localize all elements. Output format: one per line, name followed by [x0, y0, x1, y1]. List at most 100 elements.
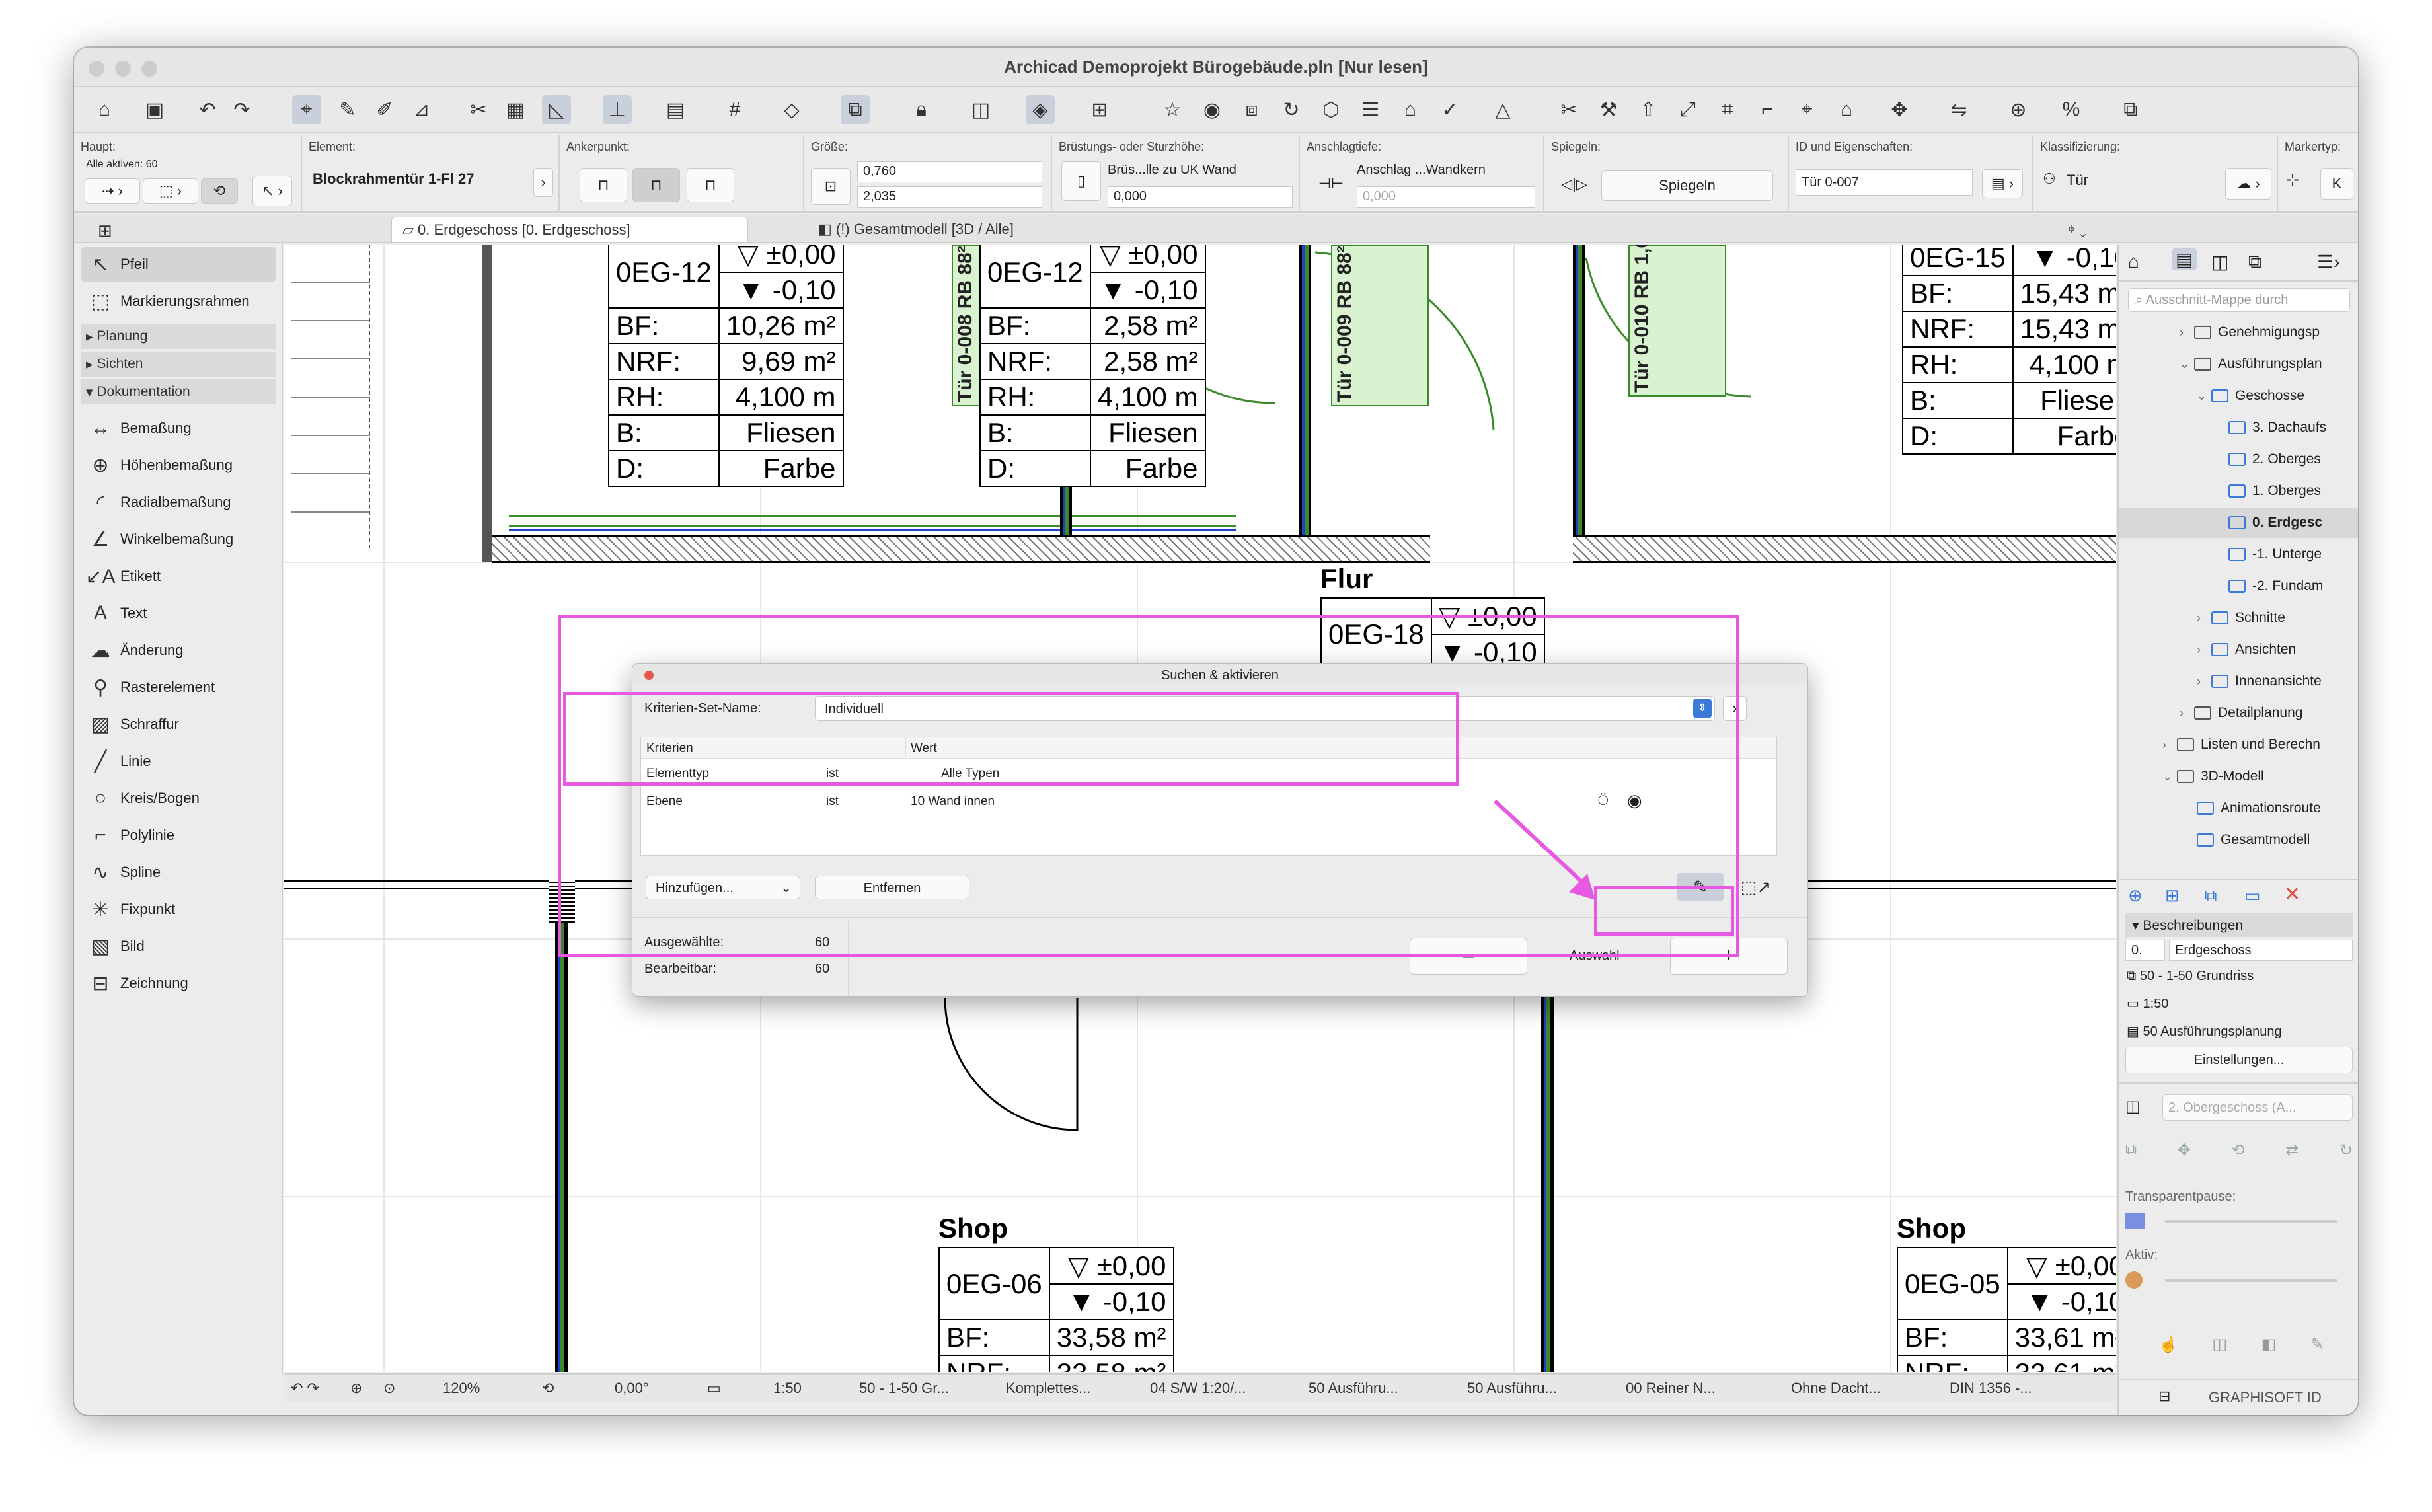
element-settings-button[interactable]: ›	[533, 168, 553, 197]
pen-set[interactable]: 04 S/W 1:20/...	[1150, 1380, 1246, 1397]
tree-item[interactable]: -1. Unterge	[2119, 539, 2358, 570]
move-reference-icon[interactable]: ✥	[2178, 1141, 2191, 1160]
triangle-icon[interactable]: △	[1488, 95, 1517, 124]
tool-pfeil[interactable]: ↖ Pfeil	[81, 247, 276, 282]
room-stamp-0eg-15[interactable]: 0EG-15▼ -0,10 BF:15,43 m² NRF:15,43 m² R…	[1902, 245, 2116, 455]
undo-icon[interactable]: ↶	[193, 95, 222, 124]
arrow-mode-button[interactable]: ⇢ ›	[85, 178, 140, 204]
side-by-side-icon[interactable]: ◧	[2261, 1335, 2277, 1354]
room-stamp-0eg-12-b[interactable]: 0EG-12 ▽ ±0,00 ▼ -0,10 BF: 2,58 m² NRF: 2,5…	[979, 245, 1206, 487]
multiply-icon[interactable]: ⊕	[2004, 95, 2033, 124]
classification-value[interactable]: Tür	[2067, 172, 2088, 189]
anchor-left-button[interactable]: ⊓	[580, 168, 627, 202]
reference-icon[interactable]: ◫	[2125, 1097, 2141, 1116]
reset-icon[interactable]: ↻	[2339, 1141, 2353, 1160]
tag-icon[interactable]: ⌂	[1396, 95, 1425, 124]
offset-icon[interactable]: ⌖	[1792, 95, 1821, 124]
graphisoft-id-button[interactable]: GRAPHISOFT ID	[2209, 1389, 2322, 1406]
tree-item[interactable]: › Detailplanung	[2119, 698, 2358, 728]
redo-icon[interactable]: ↷	[227, 95, 256, 124]
sill-height-field[interactable]: 0,000	[1108, 186, 1293, 208]
tab-floorplan[interactable]: ▱ 0. Erdgeschoss [0. Erdgeschoss]	[391, 217, 748, 242]
tool-linie[interactable]: ╱ Linie	[81, 744, 276, 778]
save-icon[interactable]: ▣	[140, 95, 169, 124]
plane-icon[interactable]: ◇	[777, 95, 806, 124]
rotate-reference-icon[interactable]: ⟲	[2231, 1141, 2244, 1160]
tree-item[interactable]: › Listen und Berechn	[2119, 730, 2358, 760]
trace-reference-select[interactable]: 2. Obergeschoss (A...	[2162, 1094, 2353, 1121]
stack-icon[interactable]: ⧈	[1237, 95, 1266, 124]
tool-markierungsrahmen[interactable]: ⬚ Markierungsrahmen	[81, 284, 276, 319]
tab-grid-icon[interactable]: ⊞	[87, 217, 123, 242]
roof-display[interactable]: Ohne Dacht...	[1791, 1380, 1881, 1397]
guideline-icon[interactable]: ⊥	[603, 95, 632, 124]
reveal-depth-field[interactable]: 0,000	[1357, 186, 1535, 208]
paint-icon[interactable]: ⬡	[1316, 95, 1346, 124]
publisher-icon[interactable]: ⧉	[2248, 251, 2261, 273]
model-view-options[interactable]: 50 Ausführu...	[1309, 1380, 1398, 1397]
lock-icon[interactable]: 🔒︎	[907, 95, 936, 124]
rotate-icon[interactable]: ↻	[1277, 95, 1306, 124]
renovation-filter[interactable]: 00 Reiner N...	[1626, 1380, 1716, 1397]
list-icon[interactable]: ☰	[1356, 95, 1385, 124]
mirror-button[interactable]: Spiegeln	[1601, 170, 1773, 201]
project-map-icon[interactable]: ⌂	[2128, 251, 2139, 272]
pointer-mode-button[interactable]: ↖ ›	[252, 176, 292, 206]
tree-item[interactable]: 1. Oberges	[2119, 476, 2358, 506]
tree-item[interactable]: › Schnitte	[2119, 603, 2358, 633]
tool-radialbemassung[interactable]: ◜ Radialbemaßung	[81, 485, 276, 519]
tool-bemassung[interactable]: ↔ Bemaßung	[81, 411, 276, 445]
lasso-icon[interactable]: ⟲	[201, 178, 238, 204]
crop-icon[interactable]: ⌗	[1713, 95, 1742, 124]
render-icon[interactable]: ◈	[1026, 95, 1055, 124]
transform-icon[interactable]: ⊿	[407, 95, 436, 124]
navigator-menu-icon[interactable]: ☰›	[2317, 251, 2339, 273]
camera-icon[interactable]: ◉	[1197, 95, 1227, 124]
layer-combination[interactable]: 50 - 1-50 Gr...	[859, 1380, 949, 1397]
zoom-level[interactable]: 120%	[443, 1380, 480, 1397]
tool-fixpunkt[interactable]: ✳ Fixpunkt	[81, 892, 276, 926]
magic-select-icon[interactable]: ⌖	[292, 95, 321, 124]
id-field[interactable]: Tür 0-007	[1796, 169, 1973, 196]
tool-rasterelement[interactable]: ⚲ Rasterelement	[81, 670, 276, 704]
delete-icon[interactable]: ✕	[2284, 883, 2300, 906]
tool-spline[interactable]: ∿ Spline	[81, 855, 276, 889]
room-stamp-0eg-12-a[interactable]: 0EG-12 ▽ ±0,00 ▼ -0,10 BF: 10,26 m² NRF: 9,…	[608, 245, 844, 487]
graphic-overrides[interactable]: 50 Ausführu...	[1467, 1380, 1557, 1397]
tree-item[interactable]: ⌄ Ausführungsplan	[2119, 349, 2358, 379]
tool-aenderung[interactable]: ☁ Änderung	[81, 633, 276, 667]
dimension-standard[interactable]: DIN 1356 -...	[1950, 1380, 2032, 1397]
grid-icon[interactable]: #	[720, 95, 749, 124]
resize-icon[interactable]: ⤢	[1673, 95, 1702, 124]
tool-winkelbemassung[interactable]: ∠ Winkelbemaßung	[81, 522, 276, 556]
eyedropper-icon[interactable]: ✎	[333, 95, 362, 124]
tree-item[interactable]: › Innenansichte	[2119, 666, 2358, 697]
group-dokumentation[interactable]: ▾ Dokumentation	[81, 379, 276, 404]
navigator-search-input[interactable]: ⌕ Ausschnitt-Mappe durch	[2128, 288, 2350, 312]
suspend-groups-icon[interactable]: ⧉	[841, 95, 870, 124]
ortho-icon[interactable]: ◺	[542, 95, 571, 124]
width-field[interactable]: 0,760	[857, 161, 1042, 182]
trim-icon[interactable]: ✂	[464, 95, 493, 124]
new-subset-icon[interactable]: ⧉	[2205, 886, 2217, 907]
properties-button[interactable]: ▤ ›	[1982, 169, 2023, 198]
tree-item[interactable]: 2. Oberges	[2119, 444, 2358, 474]
tree-item[interactable]: Animationsroute	[2119, 793, 2358, 823]
tree-item[interactable]: › Genehmigungsp	[2119, 317, 2358, 348]
house-icon[interactable]: ⌂	[1832, 95, 1861, 124]
tool-polylinie[interactable]: ⌐ Polylinie	[81, 818, 276, 852]
elevate-icon[interactable]: ⇧	[1634, 95, 1663, 124]
hammer-icon[interactable]: ⚒	[1594, 95, 1623, 124]
grid-snap-icon[interactable]: ▦	[501, 95, 530, 124]
clone-icon[interactable]: ▭	[2244, 886, 2261, 906]
tree-item[interactable]: › Ansichten	[2119, 634, 2358, 665]
anchor-right-button[interactable]: ⊓	[687, 168, 734, 202]
tool-bild[interactable]: ▧ Bild	[81, 929, 276, 964]
view-map-icon[interactable]: ▤	[2172, 248, 2197, 270]
corner-icon[interactable]: ⌐	[1753, 95, 1782, 124]
room-stamp-shop-0eg-06[interactable]: Shop 0EG-06▽ ±0,00 ▼ -0,10 BF:33,58 m² N…	[938, 1213, 1174, 1372]
percent-icon[interactable]: %	[2057, 95, 2086, 124]
zoom-in-icon[interactable]: ⊕	[350, 1380, 362, 1397]
anchor-center-button[interactable]: ⊓	[632, 168, 680, 202]
sidebar-toggle-icon[interactable]: ⊟	[2158, 1388, 2170, 1405]
